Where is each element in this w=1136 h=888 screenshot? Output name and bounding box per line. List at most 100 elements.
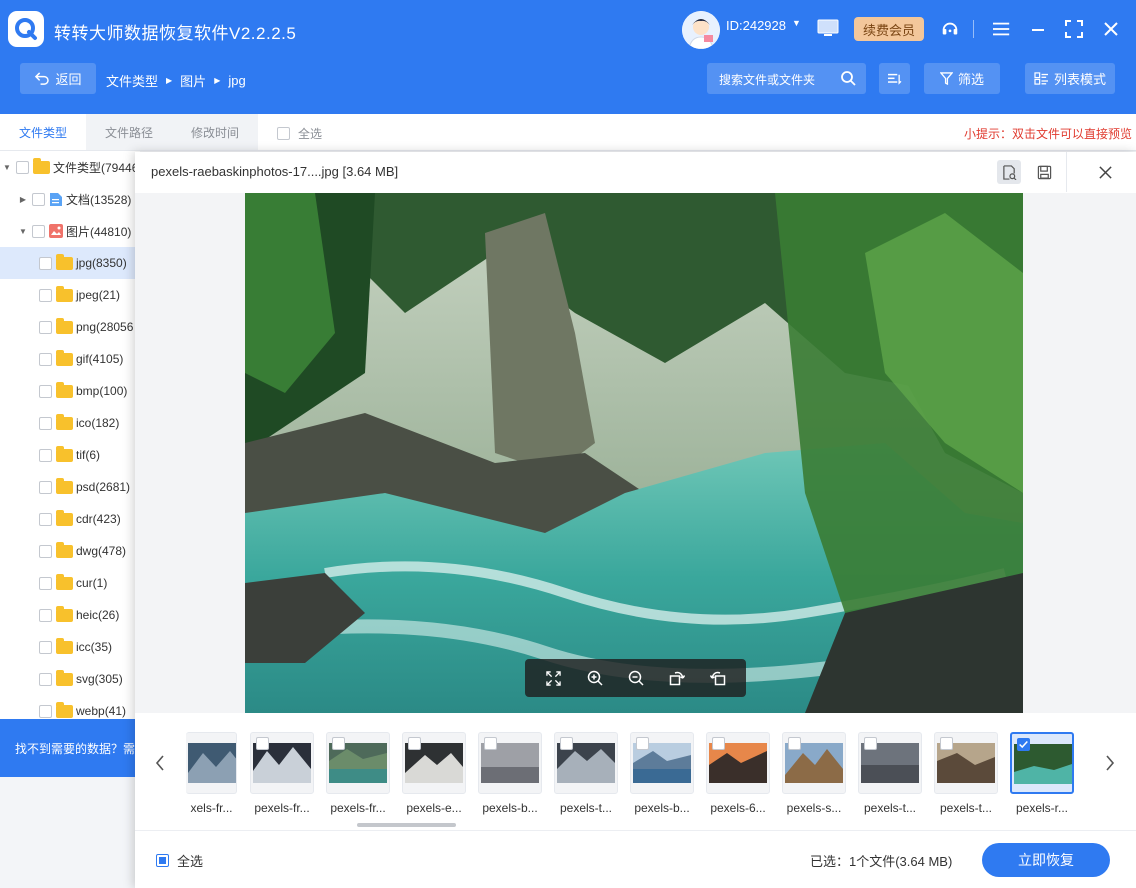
pc-icon[interactable] — [817, 18, 839, 38]
thumbnail[interactable]: pexels-fr... — [250, 732, 314, 832]
view-mode-button[interactable]: 列表模式 — [1025, 63, 1115, 94]
close-icon[interactable] — [1100, 18, 1122, 40]
close-preview-button[interactable] — [1093, 160, 1117, 184]
thumbnail-checkbox[interactable] — [408, 737, 421, 750]
thumbnail[interactable]: pexels-fr... — [326, 732, 390, 832]
next-icon[interactable] — [1100, 751, 1120, 775]
thumbnail[interactable]: pexels-t... — [858, 732, 922, 832]
tree-checkbox[interactable] — [39, 640, 52, 654]
tree-item-dwg[interactable]: dwg(478) — [0, 535, 140, 567]
tab-file-type[interactable]: 文件类型 — [0, 114, 86, 150]
thumbnail-checkbox[interactable] — [1017, 738, 1030, 751]
collapse-icon[interactable]: ▼ — [2, 163, 12, 172]
menu-icon[interactable] — [991, 18, 1013, 40]
thumbnail-scrollbar[interactable] — [357, 823, 456, 827]
breadcrumb-item[interactable]: 文件类型 — [106, 71, 158, 90]
tree-checkbox[interactable] — [39, 384, 52, 398]
select-all-checkbox[interactable] — [156, 854, 169, 867]
thumbnail[interactable]: pexels-e... — [402, 732, 466, 832]
tree-item-svg[interactable]: svg(305) — [0, 663, 140, 695]
tree-item-images[interactable]: ▼ 图片(44810) — [0, 215, 140, 247]
tree-checkbox[interactable] — [39, 672, 52, 686]
tree-checkbox[interactable] — [39, 480, 52, 494]
thumbnail-checkbox[interactable] — [864, 737, 877, 750]
tree-checkbox[interactable] — [39, 256, 52, 270]
search-input[interactable]: 搜索文件或文件夹 — [707, 63, 866, 94]
thumbnail[interactable]: pexels-b... — [630, 732, 694, 832]
tree-checkbox[interactable] — [39, 416, 52, 430]
thumbnail[interactable]: pexels-t... — [934, 732, 998, 832]
zoom-out-icon[interactable] — [626, 668, 646, 688]
tab-modified-time[interactable]: 修改时间 — [172, 114, 258, 150]
rotate-left-icon[interactable] — [708, 668, 728, 688]
tree-checkbox[interactable] — [32, 224, 45, 238]
tree-checkbox[interactable] — [39, 320, 52, 334]
rotate-right-icon[interactable] — [667, 668, 687, 688]
collapse-icon[interactable]: ▼ — [18, 227, 28, 236]
tree-checkbox[interactable] — [32, 192, 45, 206]
tree-item-webp[interactable]: webp(41) — [0, 695, 140, 719]
help-banner[interactable]: 找不到需要的数据？需 — [0, 719, 140, 777]
expand-icon[interactable]: ▶ — [18, 195, 28, 204]
thumbnail[interactable]: pexels-6... — [706, 732, 770, 832]
select-all-checkbox[interactable] — [277, 127, 290, 140]
support-icon[interactable] — [939, 18, 961, 40]
recover-now-button[interactable]: 立即恢复 — [982, 843, 1110, 877]
thumbnail-checkbox[interactable] — [788, 737, 801, 750]
thumbnail-checkbox[interactable] — [940, 737, 953, 750]
tree-item-bmp[interactable]: bmp(100) — [0, 375, 140, 407]
tree-item-psd[interactable]: psd(2681) — [0, 471, 140, 503]
thumbnail[interactable]: pexels-b... — [478, 732, 542, 832]
tree-item-tif[interactable]: tif(6) — [0, 439, 140, 471]
thumbnail-checkbox[interactable] — [636, 737, 649, 750]
tree-item-jpg[interactable]: jpg(8350) — [0, 247, 140, 279]
select-all-top[interactable]: 全选 — [277, 125, 322, 142]
thumbnail[interactable]: pexels-s... — [782, 732, 846, 832]
tree-checkbox[interactable] — [39, 704, 52, 718]
thumbnail-checkbox[interactable] — [332, 737, 345, 750]
tree-checkbox[interactable] — [39, 576, 52, 590]
renew-vip-button[interactable]: 续费会员 — [854, 17, 924, 41]
thumbnail-checkbox[interactable] — [712, 737, 725, 750]
tab-file-path[interactable]: 文件路径 — [86, 114, 172, 150]
tree-checkbox[interactable] — [39, 288, 52, 302]
tree-item-cur[interactable]: cur(1) — [0, 567, 140, 599]
previous-icon[interactable] — [150, 751, 170, 775]
thumbnail-checkbox[interactable] — [256, 737, 269, 750]
avatar[interactable] — [682, 11, 720, 49]
thumbnail-checkbox[interactable] — [560, 737, 573, 750]
filter-button[interactable]: 筛选 — [924, 63, 1000, 94]
tree-item-gif[interactable]: gif(4105) — [0, 343, 140, 375]
tree-root[interactable]: ▼ 文件类型(79446 — [0, 151, 140, 183]
search-icon[interactable] — [840, 70, 856, 86]
fullscreen-icon[interactable] — [544, 668, 564, 688]
thumbnail[interactable]: pexels-r... — [1010, 732, 1074, 832]
tree-item-ico[interactable]: ico(182) — [0, 407, 140, 439]
tree-item-cdr[interactable]: cdr(423) — [0, 503, 140, 535]
tree-item-jpeg[interactable]: jpeg(21) — [0, 279, 140, 311]
thumbnail[interactable]: pexels-t... — [554, 732, 618, 832]
back-button[interactable]: 返回 — [20, 63, 96, 94]
thumbnail[interactable]: xels-fr... — [186, 732, 237, 832]
minimize-icon[interactable] — [1027, 18, 1049, 40]
maximize-icon[interactable] — [1063, 18, 1085, 40]
tree-checkbox[interactable] — [39, 352, 52, 366]
preview-image[interactable] — [245, 193, 1023, 713]
zoom-in-icon[interactable] — [585, 668, 605, 688]
tree-checkbox[interactable] — [39, 512, 52, 526]
tree-item-png[interactable]: png(28056 — [0, 311, 140, 343]
save-button[interactable] — [1032, 160, 1056, 184]
thumbnail-checkbox[interactable] — [484, 737, 497, 750]
select-all-bottom[interactable]: 全选 — [156, 851, 203, 870]
tree-checkbox[interactable] — [39, 608, 52, 622]
tree-checkbox[interactable] — [39, 448, 52, 462]
tree-checkbox[interactable] — [16, 160, 29, 174]
tree-checkbox[interactable] — [39, 544, 52, 558]
preview-info-button[interactable] — [997, 160, 1021, 184]
tree-item-icc[interactable]: icc(35) — [0, 631, 140, 663]
tree-item-docs[interactable]: ▶ 文档(13528) — [0, 183, 140, 215]
sort-button[interactable] — [879, 63, 910, 94]
user-dropdown-icon[interactable]: ▼ — [792, 18, 801, 28]
breadcrumb-item[interactable]: 图片 — [180, 71, 206, 90]
breadcrumb-item[interactable]: jpg — [228, 73, 245, 88]
